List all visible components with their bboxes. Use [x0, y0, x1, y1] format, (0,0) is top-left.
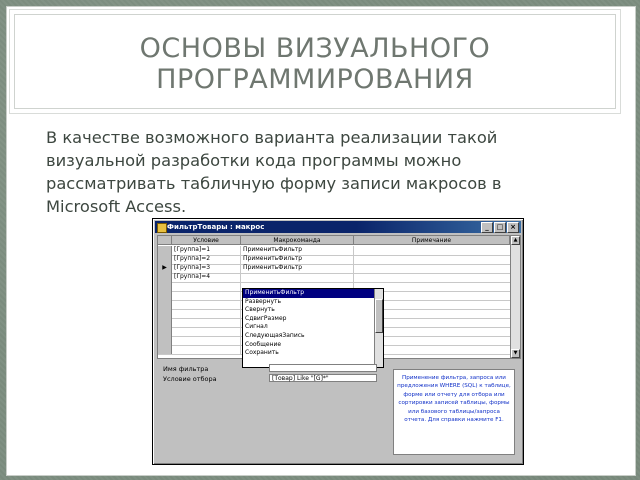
action-cell[interactable]: ПрименитьФильтр [241, 246, 354, 255]
row-selector[interactable] [158, 300, 172, 309]
dropdown-item[interactable]: Свернуть [243, 306, 383, 315]
action-arguments-panel: Имя фильтра Условие отбора [Товар] Like … [157, 361, 519, 460]
row-selector[interactable] [158, 318, 172, 327]
close-button[interactable]: × [507, 222, 519, 233]
row-selector[interactable] [158, 273, 172, 282]
grid-header: Условие Макрокоманда Примечание [158, 236, 510, 245]
action-dropdown-list[interactable]: ПрименитьФильтр Развернуть Свернуть Сдви… [242, 288, 384, 368]
slide-body-text: В качестве возможного варианта реализаци… [46, 128, 502, 216]
help-hint-text: Применение фильтра, запроса или предложе… [393, 369, 515, 455]
dropdown-item[interactable]: СдвигРазмер [243, 315, 383, 324]
action-cell[interactable] [241, 273, 354, 282]
row-selector[interactable] [158, 336, 172, 345]
window-title: ФильтрТовары : макрос [167, 223, 265, 231]
condition-cell[interactable] [172, 309, 241, 318]
where-condition-field[interactable]: [Товар] Like "[G]*" [269, 374, 377, 382]
minimize-button[interactable]: _ [481, 222, 493, 233]
row-selector[interactable] [158, 246, 172, 255]
maximize-button[interactable]: □ [494, 222, 506, 233]
row-selector[interactable] [158, 255, 172, 264]
row-selector[interactable] [158, 282, 172, 291]
where-condition-label: Условие отбора [163, 375, 217, 383]
condition-cell[interactable] [172, 300, 241, 309]
column-header-condition[interactable]: Условие [172, 236, 241, 245]
scroll-down-icon[interactable]: ▼ [511, 349, 520, 358]
note-cell[interactable] [354, 273, 510, 282]
condition-cell[interactable]: [Группа]=3 [172, 264, 241, 273]
filter-name-label: Имя фильтра [163, 365, 209, 373]
macro-grid: Условие Макрокоманда Примечание [Группа]… [157, 235, 521, 368]
window-controls: _ □ × [481, 222, 519, 233]
filter-name-field[interactable] [269, 364, 377, 372]
dropdown-item[interactable]: СледующаяЗапись [243, 332, 383, 341]
macro-window: ФильтрТовары : макрос _ □ × Условие Макр… [152, 218, 524, 465]
scroll-up-icon[interactable]: ▲ [511, 236, 520, 245]
dropdown-item[interactable]: Сигнал [243, 323, 383, 332]
condition-cell[interactable] [172, 318, 241, 327]
current-row-indicator[interactable]: ▶ [158, 264, 172, 273]
selector-header [158, 236, 172, 245]
condition-cell[interactable] [172, 327, 241, 336]
condition-cell[interactable] [172, 336, 241, 345]
macro-icon [157, 223, 167, 233]
dropdown-item[interactable]: Сохранить [243, 349, 383, 358]
dropdown-item[interactable]: Развернуть [243, 298, 383, 307]
action-cell[interactable]: ПрименитьФильтр [241, 264, 354, 273]
column-header-note[interactable]: Примечание [354, 236, 510, 245]
condition-cell[interactable] [172, 282, 241, 291]
dropdown-scroll-thumb[interactable] [375, 299, 383, 333]
dropdown-item[interactable]: Сообщение [243, 341, 383, 350]
row-selector[interactable] [158, 345, 172, 354]
slide-title: ОСНОВЫ ВИЗУАЛЬНОГО ПРОГРАММИРОВАНИЯ [139, 33, 491, 95]
row-selector[interactable] [158, 291, 172, 300]
row-selector[interactable] [158, 309, 172, 318]
column-header-action[interactable]: Макрокоманда [241, 236, 354, 245]
dropdown-item[interactable]: ПрименитьФильтр [243, 289, 383, 298]
title-box: ОСНОВЫ ВИЗУАЛЬНОГО ПРОГРАММИРОВАНИЯ [9, 9, 621, 114]
action-cell[interactable]: ПрименитьФильтр [241, 255, 354, 264]
grid-scrollbar[interactable]: ▲ ▼ [510, 236, 520, 358]
dropdown-scrollbar[interactable] [374, 289, 383, 367]
condition-cell[interactable]: [Группа]=2 [172, 255, 241, 264]
condition-cell[interactable]: [Группа]=4 [172, 273, 241, 282]
window-titlebar[interactable]: ФильтрТовары : макрос _ □ × [155, 221, 521, 233]
note-cell[interactable] [354, 246, 510, 255]
condition-cell[interactable]: [Группа]=1 [172, 246, 241, 255]
condition-cell[interactable] [172, 291, 241, 300]
row-selector[interactable] [158, 327, 172, 336]
note-cell[interactable] [354, 255, 510, 264]
note-cell[interactable] [354, 264, 510, 273]
condition-cell[interactable] [172, 345, 241, 354]
